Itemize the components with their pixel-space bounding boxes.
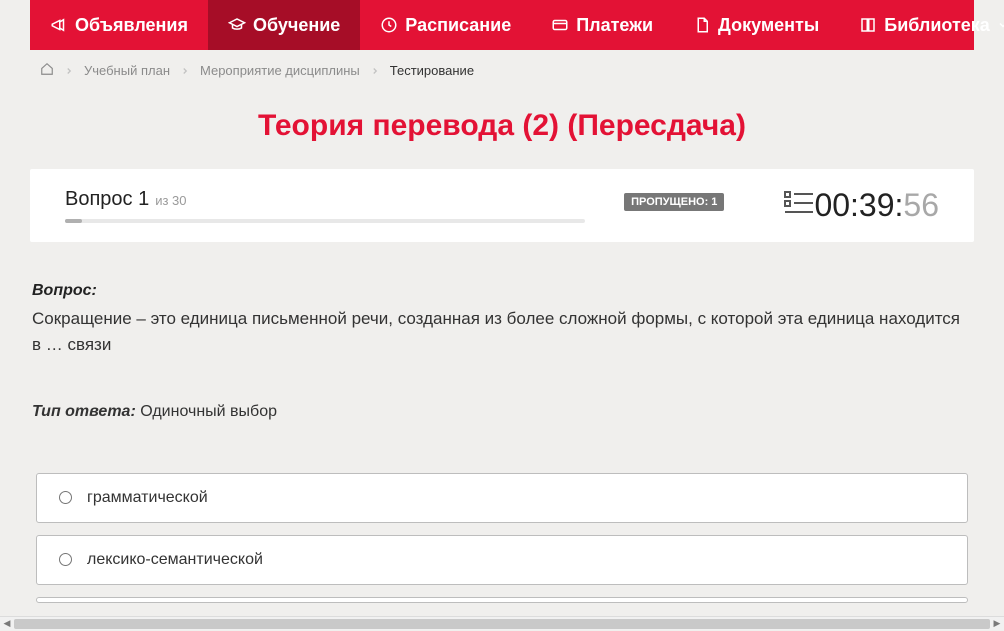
timer-seconds: 56 [903,187,939,224]
skipped-badge: ПРОПУЩЕНО: 1 [624,193,724,211]
chevron-right-icon [370,66,380,76]
question-body: Вопрос: Сокращение – это единица письмен… [30,282,974,421]
nav-label: Платежи [576,15,653,36]
answer-label: лексико-семантической [87,551,263,569]
nav-label: Библиотека [884,15,990,36]
scroll-track[interactable] [14,617,990,631]
nav-item-library[interactable]: Библиотека [839,0,1004,50]
book-icon [859,16,877,34]
nav-item-schedule[interactable]: Расписание [360,0,531,50]
nav-item-payments[interactable]: Платежи [531,0,673,50]
timer: 00:39:56 [814,187,939,224]
top-nav: Объявления Обучение Расписание Платежи [30,0,974,50]
scroll-left-arrow-icon[interactable]: ◀ [0,617,14,631]
answer-type-label: Тип ответа: [32,403,136,420]
question-text: Сокращение – это единица письменной речи… [32,306,972,359]
breadcrumb: Учебный план Мероприятие дисциплины Тест… [30,50,974,91]
horizontal-scrollbar[interactable]: ◀ ▶ [0,616,1004,630]
progress-fill [65,219,82,223]
status-card: Вопрос 1 из 30 ПРОПУЩЕНО: 1 [30,169,974,242]
nav-label: Обучение [253,15,340,36]
question-list-toggle[interactable] [784,190,814,221]
card-icon [551,16,569,34]
graduation-cap-icon [228,16,246,34]
chevron-down-icon [997,19,1004,31]
question-number-label: Вопрос 1 [65,188,149,211]
nav-item-announcements[interactable]: Объявления [30,0,208,50]
scroll-right-arrow-icon[interactable]: ▶ [990,617,1004,631]
breadcrumb-item[interactable]: Мероприятие дисциплины [200,63,360,78]
nav-label: Документы [718,15,819,36]
nav-item-documents[interactable]: Документы [673,0,839,50]
chevron-right-icon [180,66,190,76]
progress-bar [65,219,585,223]
answer-option[interactable] [36,597,968,603]
answer-radio[interactable] [59,553,72,566]
answer-option[interactable]: лексико-семантической [36,535,968,585]
answers-list: грамматической лексико-семантической [30,473,974,603]
page-title: Теория перевода (2) (Пересдача) [30,109,974,143]
answer-option[interactable]: грамматической [36,473,968,523]
home-icon[interactable] [40,62,54,79]
clock-icon [380,16,398,34]
breadcrumb-item[interactable]: Учебный план [84,63,170,78]
answer-label: грамматической [87,489,208,507]
breadcrumb-item-current: Тестирование [390,63,474,78]
document-icon [693,16,711,34]
question-total-label: из 30 [155,193,186,208]
nav-item-education[interactable]: Обучение [208,0,360,50]
question-heading: Вопрос: [32,282,972,300]
answer-radio[interactable] [59,491,72,504]
scroll-thumb[interactable] [14,619,990,629]
nav-label: Объявления [75,15,188,36]
answer-type-value: Одиночный выбор [140,403,277,420]
chevron-right-icon [64,66,74,76]
megaphone-icon [50,16,68,34]
nav-label: Расписание [405,15,511,36]
timer-main: 00:39: [814,187,903,224]
